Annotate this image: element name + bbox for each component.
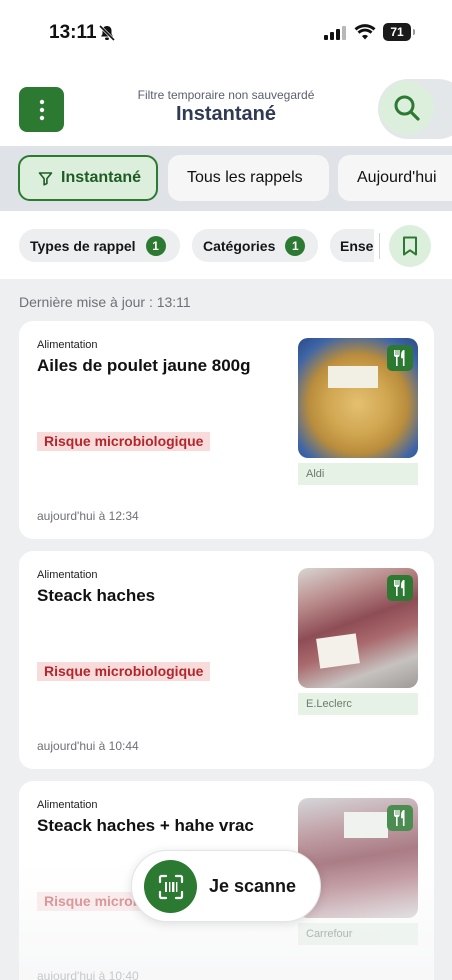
risk-badge: Risque microbiologique bbox=[37, 662, 211, 681]
recall-card[interactable]: Alimentation Steack haches Risque microb… bbox=[19, 551, 434, 769]
store-tag: Carrefour bbox=[298, 923, 418, 945]
tab-aujourdhui[interactable]: Aujourd'hui bbox=[338, 155, 452, 201]
chip-label: Ense bbox=[340, 237, 374, 254]
card-category: Alimentation bbox=[37, 569, 98, 581]
package-label bbox=[316, 633, 360, 669]
card-date: aujourd'hui à 10:44 bbox=[37, 739, 139, 753]
scan-icon-circle bbox=[144, 860, 197, 913]
bell-off-icon bbox=[98, 24, 116, 42]
card-category: Alimentation bbox=[37, 799, 98, 811]
tab-label: Instantané bbox=[61, 169, 142, 186]
product-image bbox=[298, 568, 418, 688]
search-button[interactable] bbox=[380, 81, 434, 135]
bookmark-icon bbox=[403, 236, 417, 256]
card-title: Steack haches bbox=[37, 586, 156, 605]
barcode-scan-icon bbox=[158, 874, 183, 899]
product-image bbox=[298, 338, 418, 458]
card-category: Alimentation bbox=[37, 339, 98, 351]
chip-categories[interactable]: Catégories 1 bbox=[192, 229, 318, 262]
filter-tabs: Instantané Tous les rappels Aujourd'hui bbox=[0, 146, 452, 211]
chip-count-badge: 1 bbox=[285, 235, 306, 256]
status-time: 13:11 bbox=[49, 22, 97, 43]
card-title: Ailes de poulet jaune 800g bbox=[37, 356, 251, 375]
battery-indicator: 71 bbox=[383, 23, 415, 41]
cellular-signal-icon bbox=[324, 26, 346, 40]
search-icon bbox=[394, 95, 420, 121]
tab-label: Aujourd'hui bbox=[357, 169, 437, 186]
status-bar: 13:11 71 bbox=[0, 0, 452, 66]
wifi-icon bbox=[354, 24, 376, 40]
card-title: Steack haches + hahe vrac bbox=[37, 816, 254, 835]
chip-types-de-rappel[interactable]: Types de rappel 1 bbox=[19, 229, 180, 262]
last-update-text: Dernière mise à jour : 13:11 bbox=[19, 294, 191, 310]
risk-badge: Risque microbiologique bbox=[37, 432, 211, 451]
bookmark-button[interactable] bbox=[389, 225, 431, 267]
card-date: aujourd'hui à 10:40 bbox=[37, 969, 139, 980]
store-tag: E.Leclerc bbox=[298, 693, 418, 715]
fork-knife-icon bbox=[387, 345, 413, 371]
store-tag: Aldi bbox=[298, 463, 418, 485]
chip-enseignes[interactable]: Ense bbox=[330, 229, 374, 262]
fork-knife-icon bbox=[387, 575, 413, 601]
filter-icon bbox=[38, 171, 53, 186]
app-header: Filtre temporaire non sauvegardé Instant… bbox=[0, 66, 452, 146]
tab-label: Tous les rappels bbox=[187, 169, 303, 186]
fork-knife-icon bbox=[387, 805, 413, 831]
card-date: aujourd'hui à 12:34 bbox=[37, 509, 139, 523]
chip-label: Types de rappel bbox=[30, 237, 136, 254]
scan-button[interactable]: Je scanne bbox=[131, 850, 321, 922]
chip-count-badge: 1 bbox=[145, 235, 166, 256]
scan-button-label: Je scanne bbox=[209, 876, 297, 896]
chip-label: Catégories bbox=[203, 237, 276, 254]
divider bbox=[379, 233, 380, 259]
package-label bbox=[344, 812, 388, 838]
recall-card[interactable]: Alimentation Ailes de poulet jaune 800g … bbox=[19, 321, 434, 539]
tab-instantane[interactable]: Instantané bbox=[18, 155, 158, 201]
package-label bbox=[328, 366, 378, 388]
filter-chips: Types de rappel 1 Catégories 1 Ense bbox=[0, 211, 452, 279]
tab-tous-les-rappels[interactable]: Tous les rappels bbox=[168, 155, 329, 201]
